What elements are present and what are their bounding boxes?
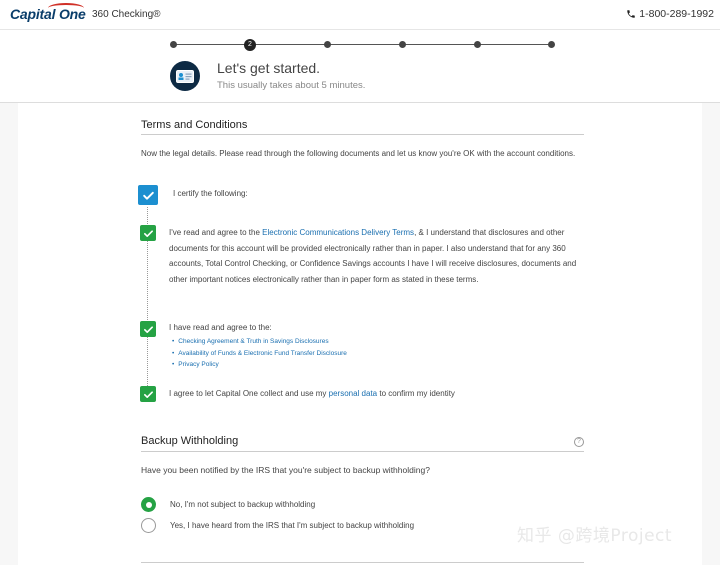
backup-divider: [141, 451, 584, 452]
phone-number: 1-800-289-1992: [639, 8, 714, 20]
terms-heading: Terms and Conditions: [141, 119, 248, 131]
backup-option-yes-radio[interactable]: [141, 518, 156, 533]
checkmark-icon: [143, 390, 153, 398]
agreements-checkbox[interactable]: [140, 321, 156, 337]
backup-heading: Backup Withholding: [141, 435, 239, 447]
step-2-active: 2: [244, 39, 256, 51]
step-3-dot: [324, 41, 331, 48]
personal-data-suffix: to confirm my identity: [377, 389, 455, 398]
step-6-dot: [548, 41, 555, 48]
phone-icon: [627, 10, 636, 18]
privacy-policy-link[interactable]: Privacy Policy: [178, 361, 218, 368]
list-item: Checking Agreement & Truth in Savings Di…: [172, 336, 347, 348]
list-item: Privacy Policy: [172, 359, 347, 371]
top-header: Capital One 360 Checking® 1-800-289-1992: [0, 0, 720, 30]
product-name: 360 Checking®: [92, 9, 161, 20]
checking-agreement-link[interactable]: Checking Agreement & Truth in Savings Di…: [178, 338, 328, 345]
checkmark-icon: [143, 325, 153, 333]
list-item: Availability of Funds & Electronic Fund …: [172, 348, 347, 360]
progress-section: 2 Let's get started. This usually takes …: [0, 30, 720, 102]
capital-one-logo[interactable]: Capital One: [10, 3, 86, 22]
personal-data-prefix: I agree to let Capital One collect and u…: [169, 389, 329, 398]
backup-option-no-label[interactable]: No, I'm not subject to backup withholdin…: [170, 500, 315, 509]
step-4-dot: [399, 41, 406, 48]
edelivery-terms-link[interactable]: Electronic Communications Delivery Terms: [262, 228, 414, 237]
edelivery-checkbox[interactable]: [140, 225, 156, 241]
edelivery-prefix: I've read and agree to the: [169, 228, 263, 237]
personal-data-text: I agree to let Capital One collect and u…: [169, 386, 584, 402]
personal-data-checkbox[interactable]: [140, 386, 156, 402]
bottom-divider: [141, 562, 584, 563]
agreement-links-list: Checking Agreement & Truth in Savings Di…: [172, 336, 347, 371]
certify-label: I certify the following:: [173, 189, 248, 198]
step-1-dot: [170, 41, 177, 48]
personal-data-link[interactable]: personal data: [329, 389, 377, 398]
certify-checkbox[interactable]: [138, 185, 158, 205]
terms-divider: [141, 134, 584, 135]
phone-contact[interactable]: 1-800-289-1992: [626, 8, 714, 20]
checkmark-icon: [142, 191, 154, 200]
watermark: 知乎 @跨境Project: [517, 526, 673, 546]
terms-intro: Now the legal details. Please read throu…: [141, 149, 576, 158]
id-card-icon: [170, 61, 200, 91]
step-5-dot: [474, 41, 481, 48]
backup-option-no-radio[interactable]: [141, 497, 156, 512]
backup-option-yes-label[interactable]: Yes, I have heard from the IRS that I'm …: [170, 521, 414, 530]
step-title: Let's get started.: [217, 60, 321, 76]
step-subtitle: This usually takes about 5 minutes.: [217, 80, 366, 91]
checkmark-icon: [143, 229, 153, 237]
edelivery-text: I've read and agree to the Electronic Co…: [169, 225, 584, 287]
agreements-label: I have read and agree to the:: [169, 323, 272, 332]
backup-question: Have you been notified by the IRS that y…: [141, 465, 430, 475]
logo-swoosh-icon: [48, 3, 84, 13]
help-icon[interactable]: ?: [574, 437, 584, 447]
progress-track: [173, 44, 551, 45]
funds-availability-link[interactable]: Availability of Funds & Electronic Fund …: [178, 350, 347, 357]
